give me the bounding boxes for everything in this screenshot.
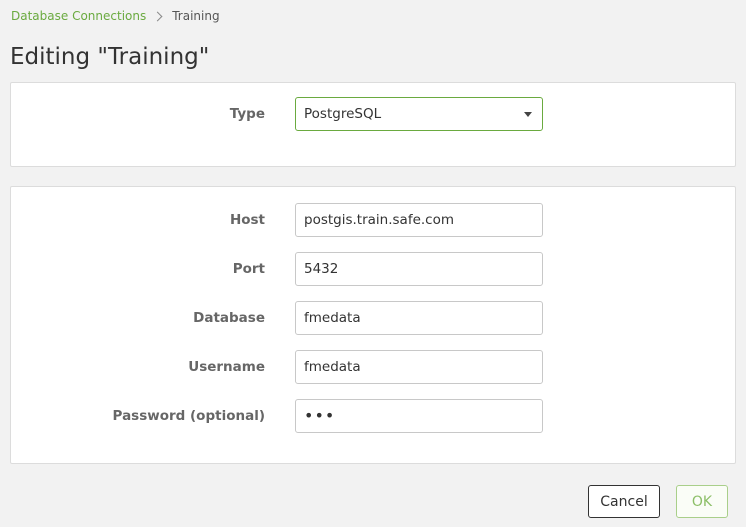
- page-title: Editing "Training": [10, 44, 210, 70]
- username-row: Username: [11, 350, 735, 384]
- port-label: Port: [232, 261, 265, 277]
- host-row: Host: [11, 203, 735, 237]
- breadcrumb-database-connections[interactable]: Database Connections: [11, 9, 146, 23]
- chevron-right-icon: [152, 11, 163, 21]
- password-label: Password (optional): [112, 408, 265, 424]
- type-panel: Type PostgreSQL: [10, 82, 736, 167]
- host-label: Host: [229, 212, 265, 228]
- username-input[interactable]: [295, 350, 543, 384]
- connection-panel: Host Port Database Username Password (op…: [10, 186, 736, 464]
- type-select[interactable]: PostgreSQL: [295, 97, 543, 131]
- username-label: Username: [188, 359, 265, 375]
- breadcrumb: Database Connections Training: [11, 7, 220, 25]
- breadcrumb-current: Training: [172, 9, 220, 23]
- type-select-value: PostgreSQL: [304, 106, 382, 122]
- type-row: Type PostgreSQL: [11, 97, 735, 131]
- edit-connection-page: Database Connections Training Editing "T…: [0, 0, 746, 527]
- database-label: Database: [193, 310, 265, 326]
- port-input[interactable]: [295, 252, 543, 286]
- caret-down-icon: [524, 112, 532, 117]
- ok-button[interactable]: OK: [676, 485, 728, 518]
- type-label: Type: [229, 106, 265, 122]
- cancel-button[interactable]: Cancel: [588, 485, 660, 518]
- database-row: Database: [11, 301, 735, 335]
- port-row: Port: [11, 252, 735, 286]
- password-input[interactable]: •••: [295, 399, 543, 433]
- host-input[interactable]: [295, 203, 543, 237]
- database-input[interactable]: [295, 301, 543, 335]
- password-row: Password (optional) •••: [11, 399, 735, 433]
